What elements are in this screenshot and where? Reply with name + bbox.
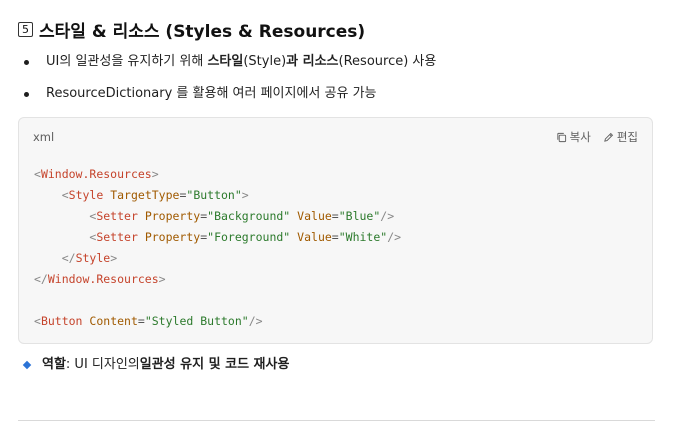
role-line: 역할: UI 디자인의 일관성 유지 및 코드 재사용 — [22, 355, 290, 375]
code-attr-name: Property — [144, 209, 201, 223]
code-bracket: > — [151, 167, 159, 181]
code-attr-value: "Blue" — [338, 209, 381, 223]
diamond-bullet-icon — [22, 360, 32, 370]
code-bracket: /> — [387, 230, 402, 244]
code-attr-value: "Styled Button" — [144, 314, 249, 328]
copy-button[interactable]: 복사 — [556, 129, 591, 145]
section-number-badge: 5 — [18, 22, 33, 37]
code-tag: Setter — [96, 230, 138, 244]
code-bracket: /> — [248, 314, 263, 328]
bullet-item-resource-dictionary: ResourceDictionary 를 활용해 여러 페이지에서 공유 가능 — [22, 84, 436, 116]
code-content: <Window.Resources> <Style TargetType="Bu… — [34, 164, 401, 332]
code-attr-name: Content — [89, 314, 138, 328]
code-actions: 복사 편집 — [556, 129, 638, 145]
code-tag: Button — [40, 314, 83, 328]
bullet-text: UI의 일관성을 유지하기 위해 — [46, 54, 208, 69]
copy-icon — [557, 132, 566, 142]
code-equals: = — [331, 209, 339, 223]
bullet-bold-style: 스타일 — [207, 54, 244, 69]
code-header: xml 복사 편집 — [33, 128, 638, 146]
code-line: <Button Content="Styled Button"/> — [34, 311, 401, 332]
code-attr-name: Value — [297, 230, 332, 244]
code-bracket: /> — [380, 209, 395, 223]
code-line: <Setter Property="Foreground" Value="Whi… — [34, 227, 401, 248]
edit-label: 편집 — [616, 130, 638, 144]
code-line: <Style TargetType="Button"> — [34, 185, 401, 206]
code-block: xml 복사 편집 <Window.Resources> <Style Targ… — [18, 117, 653, 344]
code-equals: = — [137, 314, 145, 328]
code-tag: Style — [68, 188, 104, 202]
code-tag: Style — [75, 251, 111, 265]
role-label: 역할 — [42, 357, 66, 372]
code-attr-value: "Button" — [186, 188, 242, 202]
code-line: </Style> — [34, 248, 401, 269]
bullet-bold-and: 과 — [286, 54, 303, 69]
code-line: </Window.Resources> — [34, 269, 401, 290]
code-bracket: > — [241, 188, 249, 202]
section-title: 스타일 & 리소스 (Styles & Resources) — [39, 22, 366, 42]
code-attr-name: Value — [297, 209, 332, 223]
code-attr-value: "Foreground" — [207, 230, 291, 244]
code-bracket: < — [34, 167, 41, 181]
divider — [18, 420, 655, 421]
code-bracket: </ — [61, 251, 76, 265]
code-line: <Setter Property="Background" Value="Blu… — [34, 206, 401, 227]
code-line: <Window.Resources> — [34, 164, 401, 185]
code-bracket: </ — [34, 272, 48, 286]
bullet-item-style: UI의 일관성을 유지하기 위해 스타일(Style)과 리소스(Resourc… — [22, 52, 436, 84]
edit-button[interactable]: 편집 — [603, 129, 638, 145]
code-bracket: < — [61, 188, 69, 202]
role-text: : UI 디자인의 — [65, 357, 140, 372]
code-equals: = — [331, 230, 339, 244]
bullet-bold-resource: 리소스 — [302, 54, 339, 69]
role-bold-text: 일관성 유지 및 코드 재사용 — [139, 357, 290, 372]
bullet-text: (Resource) 사용 — [338, 54, 437, 69]
code-bracket: < — [34, 314, 41, 328]
code-attr-name: Property — [144, 230, 201, 244]
code-attr-value: "White" — [338, 230, 388, 244]
code-tag: Window.Resources — [47, 272, 159, 286]
code-attr-value: "Background" — [207, 209, 291, 223]
code-language-label: xml — [33, 130, 55, 144]
code-tag: Setter — [96, 209, 138, 223]
code-bracket: > — [110, 251, 118, 265]
bullet-text: ResourceDictionary 를 활용해 여러 페이지에서 공유 가능 — [46, 86, 377, 101]
code-tag: Window.Resources — [40, 167, 152, 181]
section-heading: 5 스타일 & 리소스 (Styles & Resources) — [18, 17, 365, 42]
pencil-icon — [604, 132, 613, 142]
code-bracket: > — [158, 272, 166, 286]
code-attr-name: TargetType — [110, 188, 180, 202]
bullet-list: UI의 일관성을 유지하기 위해 스타일(Style)과 리소스(Resourc… — [22, 52, 436, 116]
bullet-text: (Style) — [243, 54, 287, 69]
copy-label: 복사 — [569, 130, 591, 144]
